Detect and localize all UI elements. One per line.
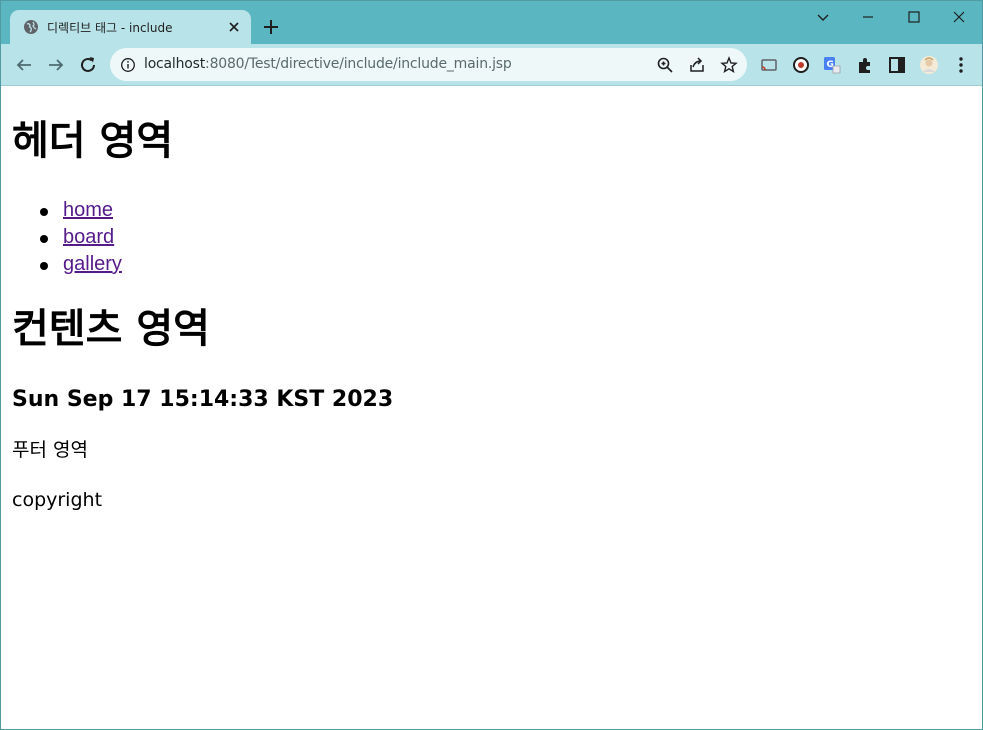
zoom-icon[interactable] (656, 56, 674, 74)
close-tab-icon[interactable] (226, 19, 242, 35)
address-bar[interactable]: localhost:8080/Test/directive/include/in… (110, 48, 747, 81)
list-item: board (38, 224, 122, 251)
header-title: 헤더 영역 (12, 118, 174, 164)
bookmark-star-icon[interactable] (720, 56, 738, 74)
profile-avatar-icon[interactable] (918, 54, 940, 76)
cast-icon[interactable] (758, 54, 780, 76)
nav-link-gallery[interactable]: gallery (63, 253, 122, 275)
menu-dots-icon[interactable] (950, 54, 972, 76)
back-icon[interactable] (13, 54, 35, 76)
footer-title: 푸터 영역 (12, 439, 88, 461)
forward-icon[interactable] (45, 54, 67, 76)
url-host: localhost (144, 56, 206, 72)
puzzle-extensions-icon[interactable] (854, 54, 876, 76)
tab-active[interactable]: 디렉티브 태그 - include (10, 10, 251, 44)
maximize-icon[interactable] (904, 7, 924, 27)
tab-strip: 디렉티브 태그 - include (1, 1, 982, 44)
extension-record-icon[interactable] (790, 54, 812, 76)
share-icon[interactable] (688, 56, 706, 74)
list-item: gallery (38, 251, 122, 278)
tab-search-chevron-down-icon[interactable] (813, 7, 833, 27)
browser-toolbar: localhost:8080/Test/directive/include/in… (1, 44, 982, 86)
new-tab-plus-icon[interactable] (261, 17, 281, 37)
page-viewport: 헤더 영역 home board gallery 컨텐츠 영역 Sun Sep … (2, 87, 982, 729)
nav-list: home board gallery (38, 197, 122, 278)
list-item: home (38, 197, 122, 224)
site-info-icon[interactable] (120, 57, 136, 73)
copyright-text: copyright (12, 489, 103, 511)
url-path: :8080/Test/directive/include/include_mai… (205, 56, 512, 72)
content-title: 컨텐츠 영역 (12, 306, 210, 352)
reload-icon[interactable] (77, 54, 99, 76)
globe-icon (24, 20, 38, 34)
minimize-icon[interactable] (858, 7, 878, 27)
translate-icon[interactable]: G (821, 54, 843, 76)
nav-link-board[interactable]: board (63, 226, 114, 248)
current-date: Sun Sep 17 15:14:33 KST 2023 (12, 387, 394, 412)
side-panel-icon[interactable] (886, 54, 908, 76)
nav-link-home[interactable]: home (63, 199, 113, 221)
tab-title: 디렉티브 태그 - include (47, 21, 173, 35)
close-window-icon[interactable] (949, 7, 969, 27)
browser-window: 디렉티브 태그 - include localhost:8080/Test/di… (0, 0, 983, 730)
url-text[interactable]: localhost:8080/Test/directive/include/in… (144, 56, 512, 72)
